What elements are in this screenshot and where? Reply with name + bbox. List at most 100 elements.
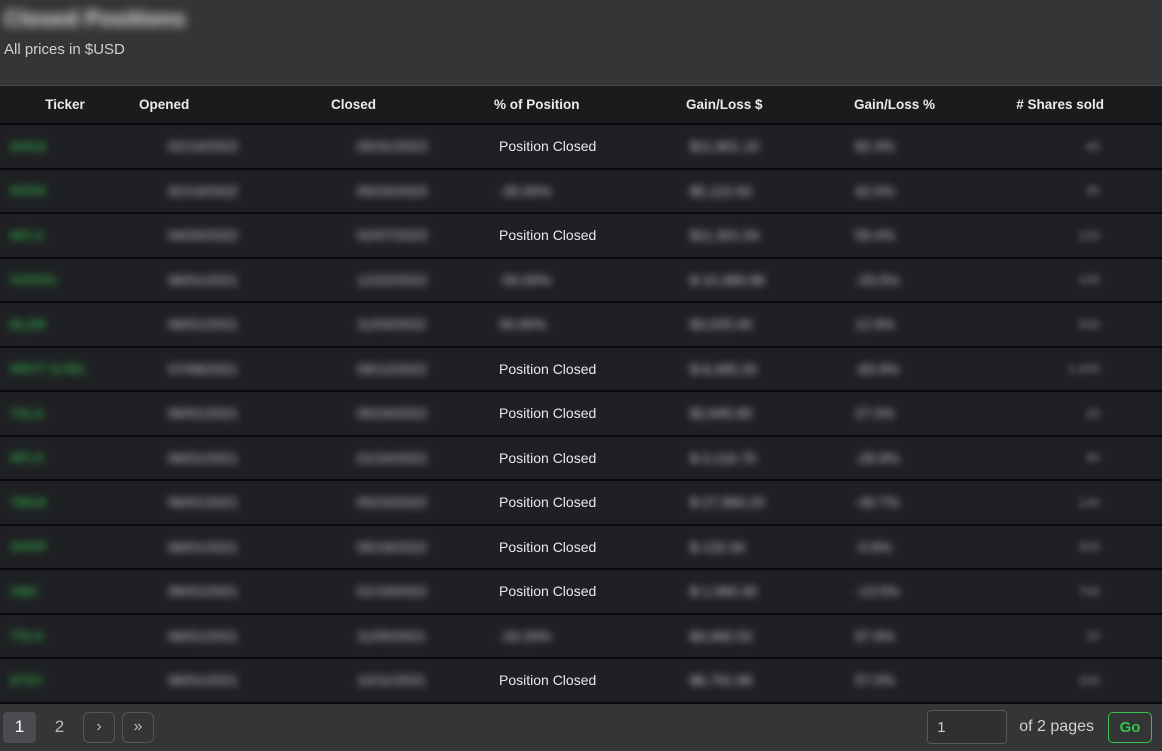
- shares-sold-cell: 40: [940, 450, 1162, 465]
- gain-loss-pct-cell: -28.9%: [790, 450, 940, 466]
- opened-cell: 06/01/2021: [130, 672, 300, 688]
- table-header-row: Ticker Opened Closed % of Position Gain/…: [0, 85, 1162, 125]
- ticker-cell[interactable]: NVDA: [0, 183, 130, 198]
- table-row: TMUS06/01/202105/24/2022Position Closed$…: [0, 481, 1162, 526]
- gain-loss-usd-cell: $6,791.68: [670, 672, 790, 688]
- page-subtitle: All prices in $USD: [4, 41, 1162, 58]
- shares-sold-cell: 500: [940, 317, 1162, 332]
- table-body: NVDA02/14/202205/31/2023Position Closed$…: [0, 125, 1162, 704]
- ticker-cell[interactable]: NFLX: [0, 228, 130, 243]
- opened-cell: 06/01/2021: [130, 316, 300, 332]
- shares-sold-cell: 100: [940, 272, 1162, 287]
- shares-sold-cell: 45: [940, 139, 1162, 154]
- closed-cell: 11/03/2022: [300, 316, 480, 332]
- gain-loss-pct-cell: 59.4%: [790, 227, 940, 243]
- table-row: SHOP06/01/202105/19/2022Position Closed$…: [0, 526, 1162, 571]
- shares-sold-cell: 35: [940, 183, 1162, 198]
- opened-cell: 02/14/2022: [130, 138, 300, 154]
- table-row: ETSY06/01/202110/11/2021Position Closed$…: [0, 659, 1162, 704]
- opened-cell: 06/01/2021: [130, 450, 300, 466]
- gain-loss-pct-cell: 42.0%: [790, 183, 940, 199]
- table-row: TSLA06/01/202105/24/2022Position Closed$…: [0, 392, 1162, 437]
- page-button-1[interactable]: 1: [3, 712, 36, 743]
- column-header-opened: Opened: [130, 97, 300, 112]
- shares-sold-cell: 150: [940, 228, 1162, 243]
- shares-sold-cell: 20: [940, 406, 1162, 421]
- shares-sold-cell: 10: [940, 628, 1162, 643]
- ticker-cell[interactable]: BLDR: [0, 317, 130, 332]
- table-row: NVDA02/14/202205/24/2023-35.00%$5,122.62…: [0, 170, 1162, 215]
- closed-cell: 09/12/2022: [300, 361, 480, 377]
- page-button-2[interactable]: 2: [43, 712, 76, 743]
- column-header-closed: Closed: [300, 97, 480, 112]
- table-row: TSLA06/01/202111/05/2021-33.33%$4,060.53…: [0, 615, 1162, 660]
- ticker-cell[interactable]: SHOP: [0, 539, 130, 554]
- column-header-gain-loss-usd: Gain/Loss $: [670, 97, 790, 112]
- pct-of-position-cell: Position Closed: [480, 494, 670, 510]
- opened-cell: 04/20/2022: [130, 227, 300, 243]
- opened-cell: 02/14/2022: [130, 183, 300, 199]
- opened-cell: 06/01/2021: [130, 405, 300, 421]
- double-chevron-right-icon: »: [134, 718, 143, 735]
- table-row: NFLX06/01/202101/24/2022Position Closed$…: [0, 437, 1162, 482]
- page-buttons: 1 2 › »: [3, 712, 154, 743]
- ticker-cell[interactable]: TMUS: [0, 495, 130, 510]
- column-header-gain-loss-pct: Gain/Loss %: [790, 97, 940, 112]
- pct-of-position-cell: Position Closed: [480, 583, 670, 599]
- chevron-right-icon: ›: [96, 718, 101, 735]
- closed-cell: 05/24/2023: [300, 183, 480, 199]
- gain-loss-usd-cell: $3,025.00: [670, 316, 790, 332]
- gain-loss-pct-cell: -83.9%: [790, 361, 940, 377]
- ticker-cell[interactable]: TSLA: [0, 406, 130, 421]
- page-title: Closed Positions: [4, 6, 186, 32]
- pct-of-position-cell: Position Closed: [480, 539, 670, 555]
- gain-loss-pct-cell: 82.4%: [790, 138, 940, 154]
- page-count-label: of 2 pages: [1019, 718, 1094, 736]
- table-row: MSCT (LSE)07/08/202109/12/2022Position C…: [0, 348, 1162, 393]
- gain-loss-usd-cell: $11,301.04: [670, 227, 790, 243]
- ticker-cell[interactable]: ETSY: [0, 673, 130, 688]
- closed-positions-table: Ticker Opened Closed % of Position Gain/…: [0, 85, 1162, 704]
- gain-loss-pct-cell: 57.0%: [790, 672, 940, 688]
- gain-loss-usd-cell: $11,801.10: [670, 138, 790, 154]
- gain-loss-usd-cell: $5,122.62: [670, 183, 790, 199]
- last-page-button[interactable]: »: [122, 712, 154, 743]
- ticker-cell[interactable]: VMC: [0, 584, 130, 599]
- pct-of-position-cell: Position Closed: [480, 361, 670, 377]
- next-page-button[interactable]: ›: [83, 712, 115, 743]
- closed-cell: 02/07/2023: [300, 227, 480, 243]
- opened-cell: 06/01/2021: [130, 539, 300, 555]
- ticker-cell[interactable]: GOOGL: [0, 272, 130, 287]
- closed-positions-page: Closed Positions All prices in $USD Tick…: [0, 0, 1162, 751]
- pct-of-position-cell: 50.00%: [480, 316, 670, 332]
- gain-loss-pct-cell: -0.6%: [790, 539, 940, 555]
- gain-loss-pct-cell: 27.0%: [790, 405, 940, 421]
- ticker-cell[interactable]: TSLA: [0, 628, 130, 643]
- column-header-shares-sold: # Shares sold: [940, 97, 1162, 112]
- ticker-cell[interactable]: NVDA: [0, 139, 130, 154]
- closed-cell: 05/24/2022: [300, 494, 480, 510]
- go-button[interactable]: Go: [1108, 712, 1152, 743]
- table-row: VMC06/01/202101/19/2022Position Closed$-…: [0, 570, 1162, 615]
- opened-cell: 06/01/2021: [130, 628, 300, 644]
- opened-cell: 06/01/2021: [130, 494, 300, 510]
- page-number-input[interactable]: [927, 710, 1007, 744]
- pagination-bar: 1 2 › » of 2 pages Go: [0, 704, 1162, 751]
- gain-loss-usd-cell: $-27,984.25: [670, 494, 790, 510]
- closed-cell: 10/11/2021: [300, 672, 480, 688]
- ticker-cell[interactable]: NFLX: [0, 450, 130, 465]
- pct-of-position-cell: Position Closed: [480, 227, 670, 243]
- shares-sold-cell: 140: [940, 495, 1162, 510]
- pct-of-position-cell: Position Closed: [480, 138, 670, 154]
- pct-of-position-cell: -50.00%: [480, 272, 670, 288]
- closed-cell: 05/19/2022: [300, 539, 480, 555]
- ticker-cell[interactable]: MSCT (LSE): [0, 361, 130, 376]
- closed-cell: 01/19/2022: [300, 583, 480, 599]
- closed-cell: 12/22/2022: [300, 272, 480, 288]
- closed-cell: 01/24/2022: [300, 450, 480, 466]
- gain-loss-pct-cell: -29.5%: [790, 272, 940, 288]
- gain-loss-usd-cell: $4,060.53: [670, 628, 790, 644]
- gain-loss-usd-cell: $-3,116.75: [670, 450, 790, 466]
- page-header: Closed Positions All prices in $USD: [0, 0, 1162, 85]
- column-header-ticker: Ticker: [0, 97, 130, 112]
